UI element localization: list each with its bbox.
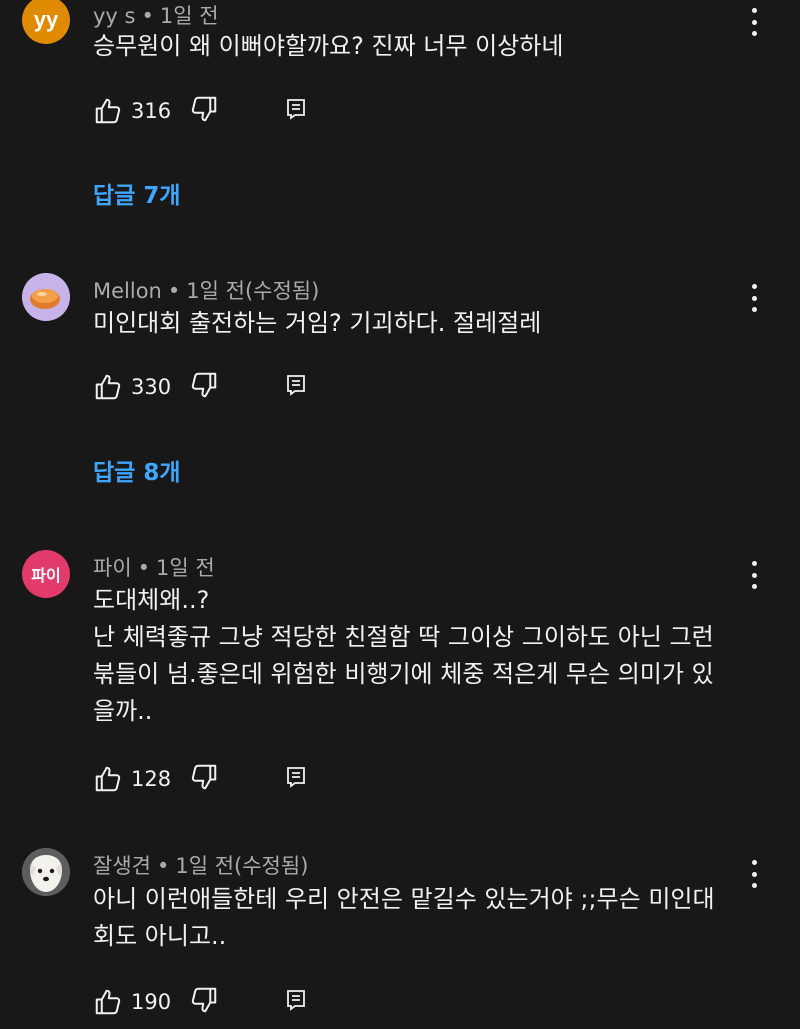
comment-author[interactable]: 파이 <box>93 556 132 580</box>
comment-line: 미인대회 출전하는 거임? 기괴하다. 절레절레 <box>93 309 542 337</box>
avatar[interactable] <box>22 848 70 896</box>
view-replies-button[interactable]: 답글 7개 <box>93 176 181 210</box>
thumb-up-icon <box>95 98 121 124</box>
thumb-down-icon <box>191 764 217 790</box>
reply-comment-icon <box>287 767 305 788</box>
comment-time[interactable]: 1일 전(수정됨) <box>186 279 319 303</box>
avatar[interactable]: yy <box>22 0 70 44</box>
like-count: 330 <box>131 375 172 399</box>
comment-line: 도대체왜..? <box>93 586 210 614</box>
comment-text: 아니 이런애들한테 우리 안전은 맡길수 있는거야 ;;무슨 미인대 회도 아니… <box>93 881 763 955</box>
comment-time[interactable]: 1일 전(수정됨) <box>175 854 308 878</box>
avatar[interactable]: 파이 <box>22 550 70 598</box>
comment-author[interactable]: 잘생견 <box>93 854 151 878</box>
more-vertical-icon <box>751 561 757 566</box>
comment-line: 아니 이런애들한테 우리 안전은 맡길수 있는거야 ;;무슨 미인대 <box>93 885 715 913</box>
meta-separator: • <box>137 556 151 580</box>
comment-author[interactable]: yy s <box>93 4 135 28</box>
like-button[interactable]: 128 <box>93 764 189 794</box>
comment-line: 붂들이 넘.좋은데 위험한 비행기에 체중 적은게 무슨 의미가 있 <box>93 660 714 688</box>
comment-text: 승무원이 왜 이뻐야할까요? 진짜 너무 이상하네 <box>93 28 763 65</box>
reply-button[interactable] <box>285 988 307 1016</box>
comment-text: 미인대회 출전하는 거임? 기괴하다. 절레절레 <box>93 305 763 342</box>
comment-line: 난 체력좋규 그냥 적당한 친절함 딱 그이상 그이하도 아닌 그런 <box>93 623 714 651</box>
dislike-button[interactable] <box>189 94 219 128</box>
thumb-up-icon <box>95 989 121 1015</box>
comment-line: 승무원이 왜 이뻐야할까요? 진짜 너무 이상하네 <box>93 32 564 60</box>
meta-separator: • <box>167 279 181 303</box>
comment-meta: yy s • 1일 전 <box>93 0 219 30</box>
avatar[interactable] <box>22 273 70 321</box>
comment-meta: 파이 • 1일 전 <box>93 552 215 582</box>
thumb-up-icon <box>95 374 121 400</box>
reply-comment-icon <box>287 375 305 396</box>
reply-comment-icon <box>287 990 305 1011</box>
like-count: 190 <box>131 990 172 1014</box>
reply-button[interactable] <box>285 765 307 793</box>
more-vertical-icon <box>751 860 757 865</box>
avatar-initials: 파이 <box>31 566 61 585</box>
comment-actions: 128 <box>93 764 307 794</box>
thumb-down-icon <box>191 372 217 398</box>
comment-actions: 316 <box>93 96 307 126</box>
meta-separator: • <box>156 854 170 878</box>
comment-time[interactable]: 1일 전 <box>160 4 219 28</box>
dislike-button[interactable] <box>189 985 219 1019</box>
dislike-button[interactable] <box>189 762 219 796</box>
reply-button[interactable] <box>285 97 307 125</box>
reply-comment-icon <box>287 99 305 120</box>
like-count: 316 <box>131 99 172 123</box>
meta-separator: • <box>141 4 154 28</box>
thumb-down-icon <box>191 987 217 1013</box>
comment-line: 을까.. <box>93 697 153 725</box>
reply-button[interactable] <box>285 373 307 401</box>
view-replies-button[interactable]: 답글 8개 <box>93 453 181 487</box>
avatar-initials: yy <box>33 7 59 32</box>
thumb-down-icon <box>191 96 217 122</box>
dog-avatar-icon <box>22 848 70 896</box>
more-vertical-icon <box>751 8 757 13</box>
thumb-up-icon <box>95 766 121 792</box>
comment-actions: 190 <box>93 987 307 1017</box>
comment-meta: Mellon • 1일 전(수정됨) <box>93 275 319 305</box>
comment-line: 회도 아니고.. <box>93 922 227 950</box>
bread-avatar-icon <box>22 273 70 321</box>
comment-text: 도대체왜..? 난 체력좋규 그냥 적당한 친절함 딱 그이상 그이하도 아닌 … <box>93 582 763 730</box>
comment-time[interactable]: 1일 전 <box>156 556 215 580</box>
more-vertical-icon <box>751 284 757 289</box>
comment-meta: 잘생견 • 1일 전(수정됨) <box>93 850 308 880</box>
like-count: 128 <box>131 767 172 791</box>
comment-actions: 330 <box>93 372 307 402</box>
like-button[interactable]: 330 <box>93 372 189 402</box>
like-button[interactable]: 316 <box>93 96 189 126</box>
like-button[interactable]: 190 <box>93 987 189 1017</box>
dislike-button[interactable] <box>189 370 219 404</box>
comment-author[interactable]: Mellon <box>93 279 162 303</box>
